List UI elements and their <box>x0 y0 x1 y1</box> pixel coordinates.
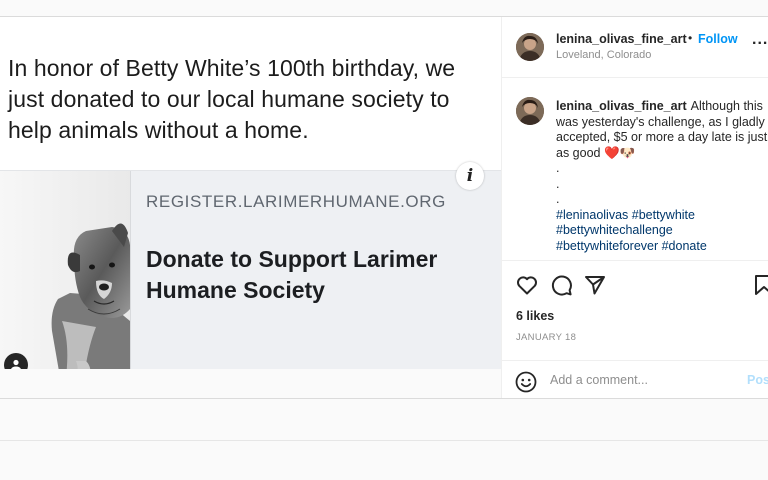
avatar[interactable] <box>516 33 544 61</box>
info-icon[interactable]: i <box>456 162 484 190</box>
caption-area: lenina_olivas_fine_art Although this was … <box>502 95 768 258</box>
caption-dot: . <box>556 161 560 175</box>
caption-dot: . <box>556 176 560 191</box>
link-card-domain: REGISTER.LARIMERHUMANE.ORG <box>146 192 446 211</box>
heart-icon[interactable] <box>515 273 539 297</box>
post-headline: In honor of Betty White’s 100th birthday… <box>8 55 456 143</box>
link-card[interactable]: REGISTER.LARIMERHUMANE.ORG Donate to Sup… <box>0 170 501 369</box>
bottom-divider <box>0 440 768 441</box>
post-date[interactable]: JANUARY 18 <box>516 332 576 343</box>
post-image[interactable]: In honor of Betty White’s 100th birthday… <box>0 17 501 369</box>
caption-username[interactable]: lenina_olivas_fine_art <box>556 99 687 113</box>
post-header: lenina_olivas_fine_art • Follow Loveland… <box>502 17 768 78</box>
bottom-divider <box>0 398 768 399</box>
comment-bar: Add a comment... Post <box>502 360 768 401</box>
post-comment-button[interactable]: Post <box>747 373 768 387</box>
caption-dots: . . . <box>556 161 768 208</box>
post-location[interactable]: Loveland, Colorado <box>556 49 651 61</box>
likes-count[interactable]: 6 likes <box>516 309 554 323</box>
follow-button[interactable]: Follow <box>698 32 738 46</box>
comment-icon[interactable] <box>549 273 573 297</box>
hashtags-line[interactable]: #bettywhiteforever #donate <box>556 239 768 255</box>
emoji-icon[interactable] <box>515 371 537 393</box>
bookmark-icon[interactable] <box>752 273 768 297</box>
link-card-title[interactable]: Donate to Support Larimer Humane Society <box>146 244 486 306</box>
comment-input[interactable]: Add a comment... <box>550 373 648 387</box>
caption-avatar[interactable] <box>516 97 544 125</box>
caption-dot: . <box>556 192 560 206</box>
more-options-icon[interactable]: ... <box>752 31 768 49</box>
header-username[interactable]: lenina_olivas_fine_art <box>556 32 687 46</box>
hashtags-line[interactable]: #leninaolivas #bettywhite <box>556 208 768 224</box>
hashtags-line[interactable]: #bettywhitechallenge <box>556 223 768 239</box>
share-icon[interactable] <box>583 273 607 297</box>
dog-photo <box>0 171 131 369</box>
post-actions: 6 likes JANUARY 18 Add a comment... Post <box>502 260 768 393</box>
header-separator: • <box>688 31 693 45</box>
post-side-panel: lenina_olivas_fine_art • Follow Loveland… <box>501 17 768 398</box>
post-caption: lenina_olivas_fine_art Although this was … <box>556 99 768 254</box>
